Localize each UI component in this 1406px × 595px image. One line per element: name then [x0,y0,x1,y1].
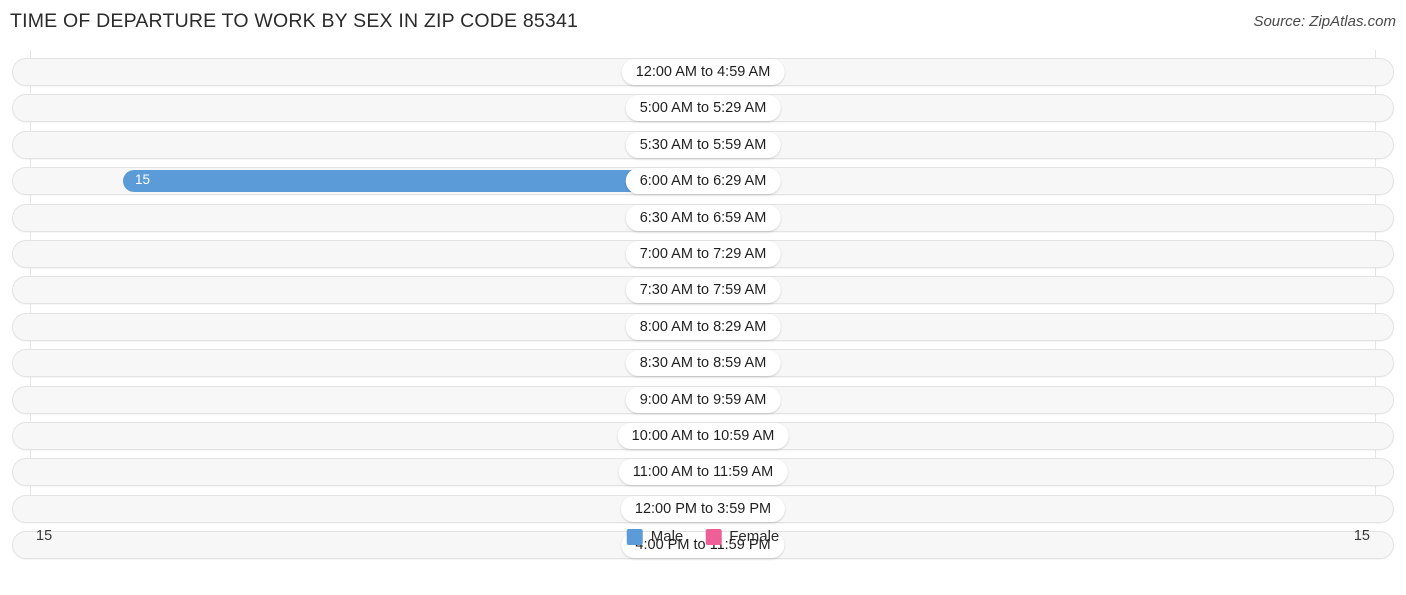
category-label: 12:00 AM to 4:59 AM [621,59,785,85]
male-half: 0 [12,94,703,122]
table-row[interactable]: 15 06:00 AM to 6:29 AM [12,167,1394,196]
axis-max-left: 15 [36,528,53,544]
female-half: 0 [703,386,1394,414]
female-half: 0 [703,422,1394,450]
category-label: 11:00 AM to 11:59 AM [618,459,788,486]
category-label: 6:30 AM to 6:59 AM [625,204,781,231]
legend-label-female: Female [729,528,780,545]
table-row[interactable]: 0012:00 AM to 4:59 AM [12,58,1394,86]
female-half: 0 [703,240,1394,268]
table-row[interactable]: 0012:00 PM to 3:59 PM [12,494,1394,523]
legend-swatch-male-icon [626,528,643,545]
male-half: 0 [12,276,703,304]
female-half: 0 [703,204,1394,232]
female-half: 0 [703,94,1394,122]
category-label: 5:00 AM to 5:29 AM [625,95,781,122]
table-row[interactable]: 008:00 AM to 8:29 AM [12,312,1394,341]
legend-swatch-female-icon [705,528,722,545]
female-half: 0 [703,131,1394,159]
male-half: 0 [12,458,703,486]
male-bar[interactable] [123,170,703,193]
male-value-label: 15 [135,172,151,188]
legend-item-male[interactable]: Male [626,528,684,545]
male-half: 0 [12,422,703,450]
female-half: 0 [703,58,1394,86]
table-row[interactable]: 007:30 AM to 7:59 AM [12,276,1394,305]
female-half: 0 [703,167,1394,195]
female-half: 0 [703,458,1394,486]
table-row[interactable]: 0010:00 AM to 10:59 AM [12,422,1394,450]
category-label: 5:30 AM to 5:59 AM [625,131,781,158]
category-label: 8:30 AM to 8:59 AM [625,350,781,377]
table-row[interactable]: 005:30 AM to 5:59 AM [12,130,1394,159]
chart-legend: Male Female [626,528,779,545]
diverging-bar-plot: 0012:00 AM to 4:59 AM005:00 AM to 5:29 A… [0,50,1406,560]
male-half: 0 [12,58,703,86]
table-row[interactable]: 005:00 AM to 5:29 AM [12,94,1394,123]
table-row[interactable]: 007:00 AM to 7:29 AM [12,240,1394,268]
category-label: 10:00 AM to 10:59 AM [617,423,789,449]
category-label: 12:00 PM to 3:59 PM [620,495,786,522]
axis-max-right: 15 [1353,528,1370,544]
source-attribution: Source: ZipAtlas.com [1253,13,1396,30]
category-label: 7:00 AM to 7:29 AM [625,241,781,267]
table-row[interactable]: 0011:00 AM to 11:59 AM [12,458,1394,487]
male-half: 0 [12,386,703,414]
male-half: 0 [12,204,703,232]
female-half: 0 [703,349,1394,377]
category-label: 6:00 AM to 6:29 AM [625,168,781,195]
male-half: 0 [12,531,703,559]
male-half: 0 [12,349,703,377]
legend-label-male: Male [650,528,684,545]
chart-page: TIME OF DEPARTURE TO WORK BY SEX IN ZIP … [0,0,1406,595]
chart-header: TIME OF DEPARTURE TO WORK BY SEX IN ZIP … [0,0,1406,44]
table-row[interactable]: 009:00 AM to 9:59 AM [12,385,1394,414]
table-row[interactable]: 006:30 AM to 6:59 AM [12,203,1394,232]
male-half: 15 [12,167,703,195]
category-label: 8:00 AM to 8:29 AM [625,313,781,340]
male-half: 0 [12,131,703,159]
male-half: 0 [12,495,703,523]
female-half: 0 [703,531,1394,559]
female-half: 0 [703,495,1394,523]
female-half: 0 [703,313,1394,341]
legend-item-female[interactable]: Female [705,528,779,545]
male-half: 0 [12,240,703,268]
category-label: 9:00 AM to 9:59 AM [625,386,781,413]
table-row[interactable]: 008:30 AM to 8:59 AM [12,349,1394,378]
page-title: TIME OF DEPARTURE TO WORK BY SEX IN ZIP … [10,10,579,32]
category-label: 7:30 AM to 7:59 AM [625,277,781,304]
female-half: 0 [703,276,1394,304]
male-half: 0 [12,313,703,341]
